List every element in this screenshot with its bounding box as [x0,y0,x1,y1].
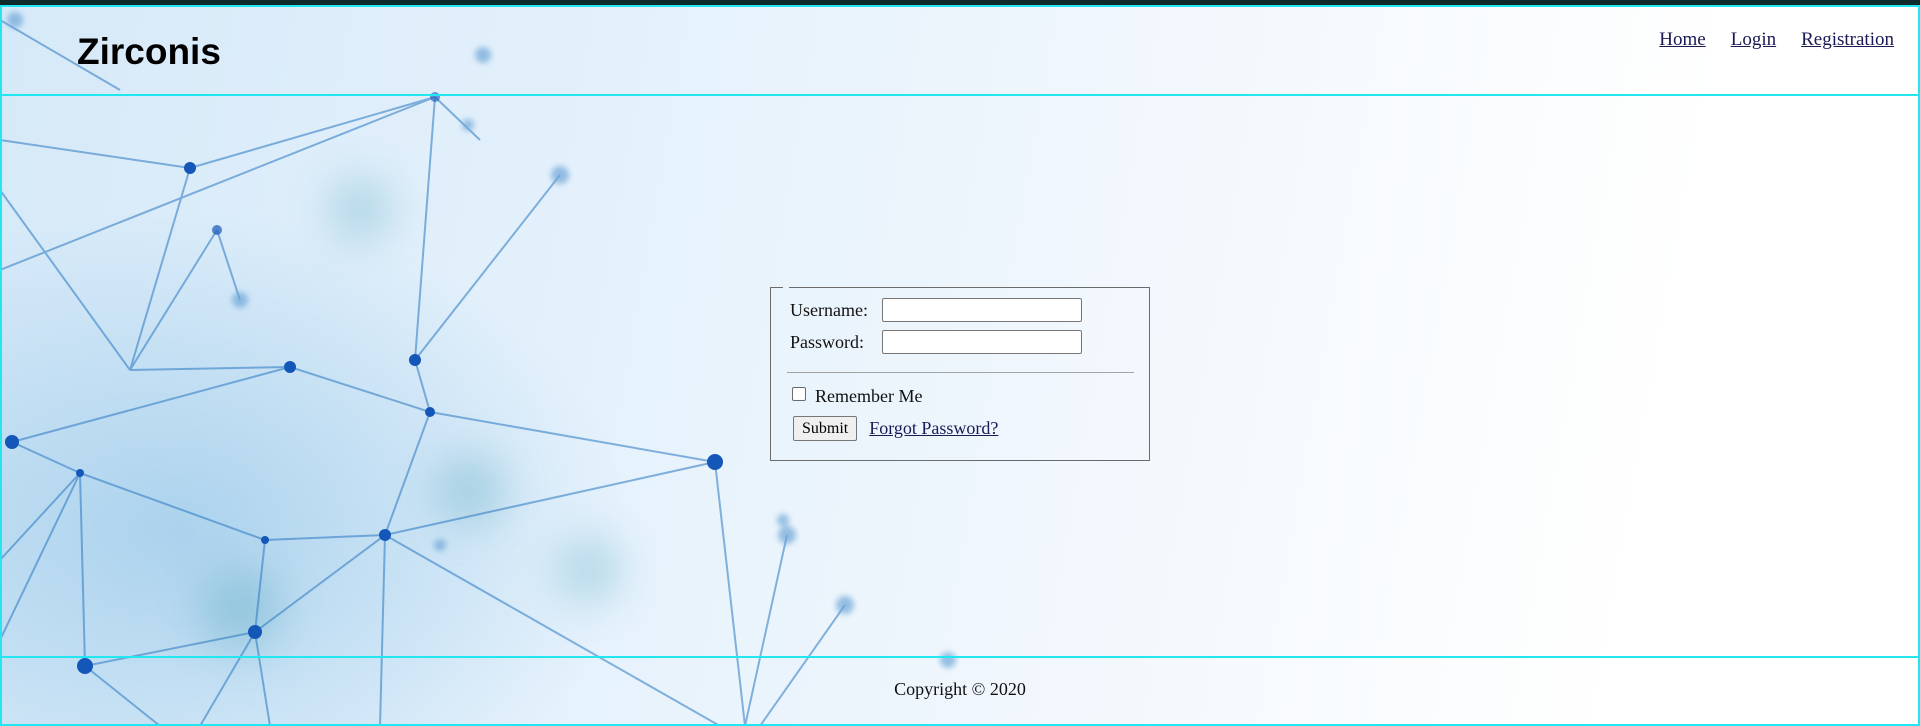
copyright-text: Copyright © 2020 [894,679,1026,699]
password-row: Password: [790,330,1082,354]
main-content: Username: Password: Remember Me Submit F… [0,94,1920,656]
forgot-password-link[interactable]: Forgot Password? [869,418,998,439]
top-dark-bar [0,0,1920,5]
site-brand: Zirconis [77,31,221,72]
remember-me-checkbox[interactable] [792,386,806,401]
login-form: Username: Password: Remember Me Submit F… [770,287,1150,461]
nav-link-home[interactable]: Home [1659,29,1705,51]
username-input[interactable] [882,298,1082,322]
password-label: Password: [790,331,865,352]
username-label: Username: [790,299,868,320]
password-input[interactable] [882,330,1082,354]
site-footer: Copyright © 2020 [0,656,1920,726]
main-nav: Home Login Registration [1659,29,1894,51]
submit-button[interactable]: Submit [793,416,858,441]
nav-link-login[interactable]: Login [1731,29,1776,51]
site-header: Zirconis Home Login Registration [0,5,1920,96]
form-divider [787,372,1134,373]
nav-link-registration[interactable]: Registration [1801,29,1894,51]
remember-me-label: Remember Me [815,386,923,406]
remember-me-row: Remember Me [792,386,922,407]
submit-row: Submit Forgot Password? [793,416,998,441]
username-row: Username: [790,298,1082,322]
